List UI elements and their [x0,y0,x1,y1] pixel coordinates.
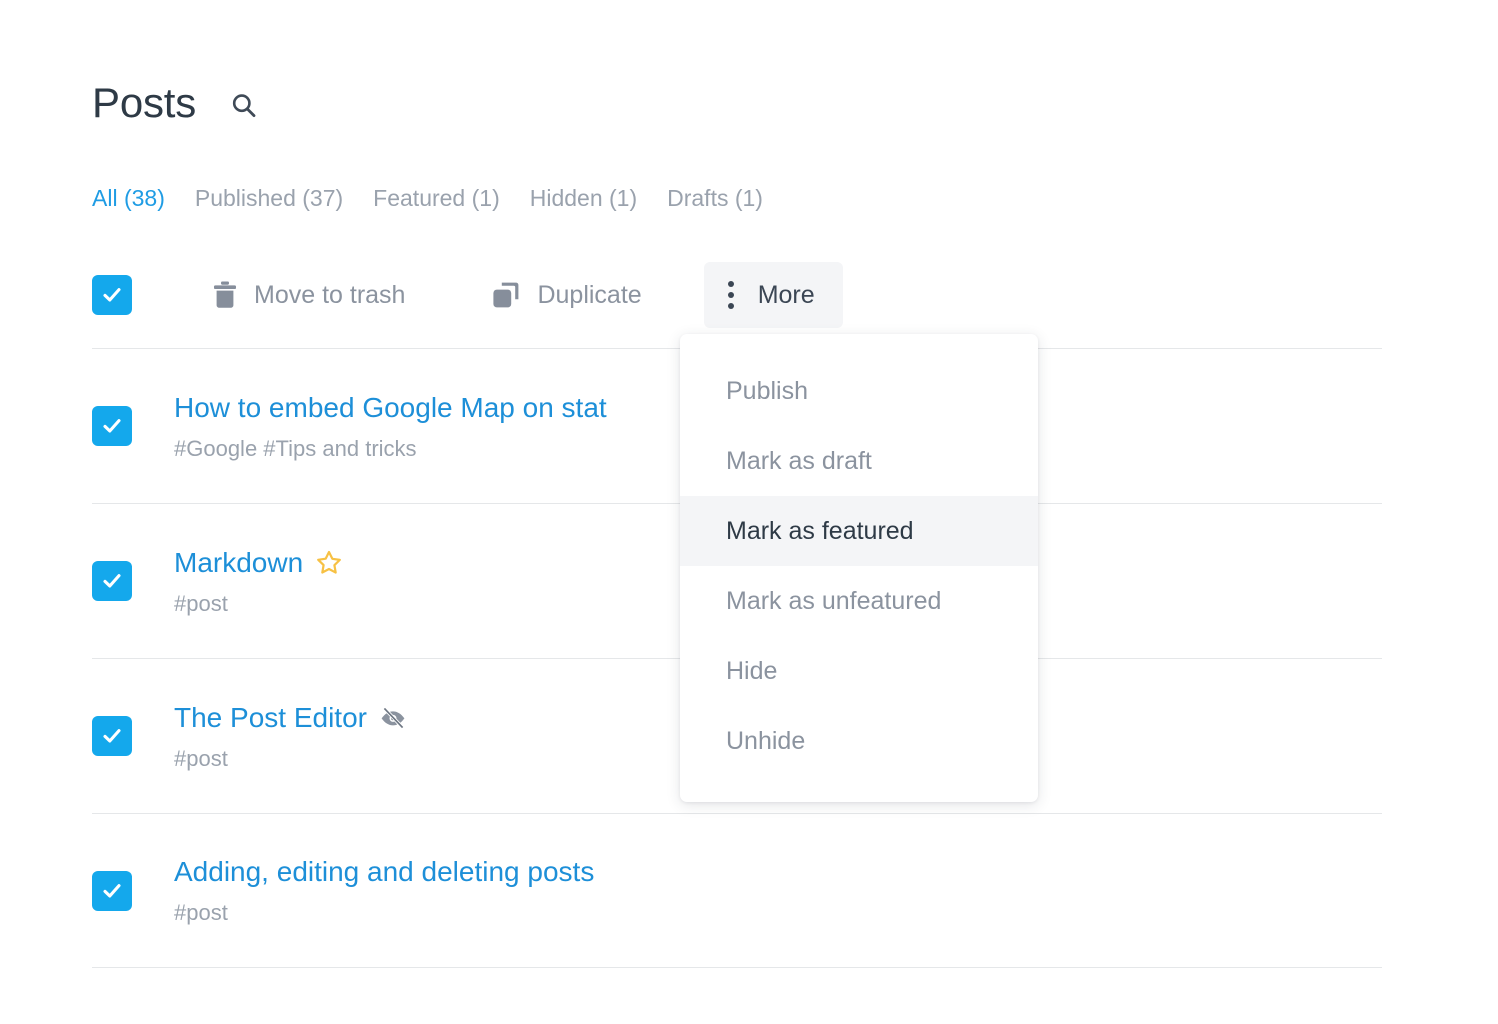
row-checkbox[interactable] [92,716,132,756]
select-all-checkbox[interactable] [92,275,132,315]
menu-item-publish[interactable]: Publish [680,356,1038,426]
menu-item-hide[interactable]: Hide [680,636,1038,706]
menu-item-unhide[interactable]: Unhide [680,706,1038,776]
post-title-line: The Post Editor [174,701,407,735]
page-header: Posts [92,78,266,128]
post-body: How to embed Google Map on stat #Google … [174,391,607,462]
menu-item-mark-as-featured[interactable]: Mark as featured [680,496,1038,566]
checkmark-icon [100,724,124,748]
post-title-link[interactable]: How to embed Google Map on stat [174,391,607,425]
table-row[interactable]: Adding, editing and deleting posts #post [92,813,1382,968]
more-label: More [758,281,815,310]
post-body: Markdown #post [174,546,343,617]
post-tags: #Google #Tips and tricks [174,436,607,462]
more-dropdown-menu: Publish Mark as draft Mark as featured M… [680,334,1038,802]
filter-tab-published[interactable]: Published (37) [195,183,343,213]
checkmark-icon [100,879,124,903]
post-body: The Post Editor #post [174,701,407,772]
post-tags: #post [174,900,594,926]
filter-tab-hidden[interactable]: Hidden (1) [530,183,637,213]
checkmark-icon [100,414,124,438]
post-tags: #post [174,746,407,772]
posts-page: Posts All (38) Published (37) Featured (… [0,0,1498,1024]
post-title-line: How to embed Google Map on stat [174,391,607,425]
row-checkbox[interactable] [92,561,132,601]
post-title-link[interactable]: Markdown [174,546,303,580]
hidden-eye-icon [379,706,407,730]
checkmark-icon [100,283,124,307]
more-button[interactable]: More [704,262,843,328]
filter-tab-featured[interactable]: Featured (1) [373,183,500,213]
kebab-menu-icon [728,281,734,309]
trash-icon [212,280,238,310]
menu-item-mark-as-draft[interactable]: Mark as draft [680,426,1038,496]
post-body: Adding, editing and deleting posts #post [174,855,594,926]
move-to-trash-button[interactable]: Move to trash [194,262,423,328]
post-title-link[interactable]: The Post Editor [174,701,367,735]
menu-item-mark-as-unfeatured[interactable]: Mark as unfeatured [680,566,1038,636]
post-title-link[interactable]: Adding, editing and deleting posts [174,855,594,889]
search-icon [229,91,259,121]
page-title: Posts [92,78,196,128]
post-title-line: Markdown [174,546,343,580]
post-tags: #post [174,591,343,617]
featured-star-icon [315,549,343,577]
checkmark-icon [100,569,124,593]
row-checkbox[interactable] [92,406,132,446]
post-title-line: Adding, editing and deleting posts [174,855,594,889]
bulk-action-toolbar: Move to trash Duplicate More [92,262,843,328]
duplicate-label: Duplicate [537,281,641,310]
duplicate-icon [491,280,521,310]
row-checkbox[interactable] [92,871,132,911]
filter-tab-all[interactable]: All (38) [92,183,165,213]
move-to-trash-label: Move to trash [254,281,405,310]
filter-tabs: All (38) Published (37) Featured (1) Hid… [92,183,763,213]
filter-tab-drafts[interactable]: Drafts (1) [667,183,763,213]
duplicate-button[interactable]: Duplicate [473,262,659,328]
search-icon-button[interactable] [222,84,266,128]
